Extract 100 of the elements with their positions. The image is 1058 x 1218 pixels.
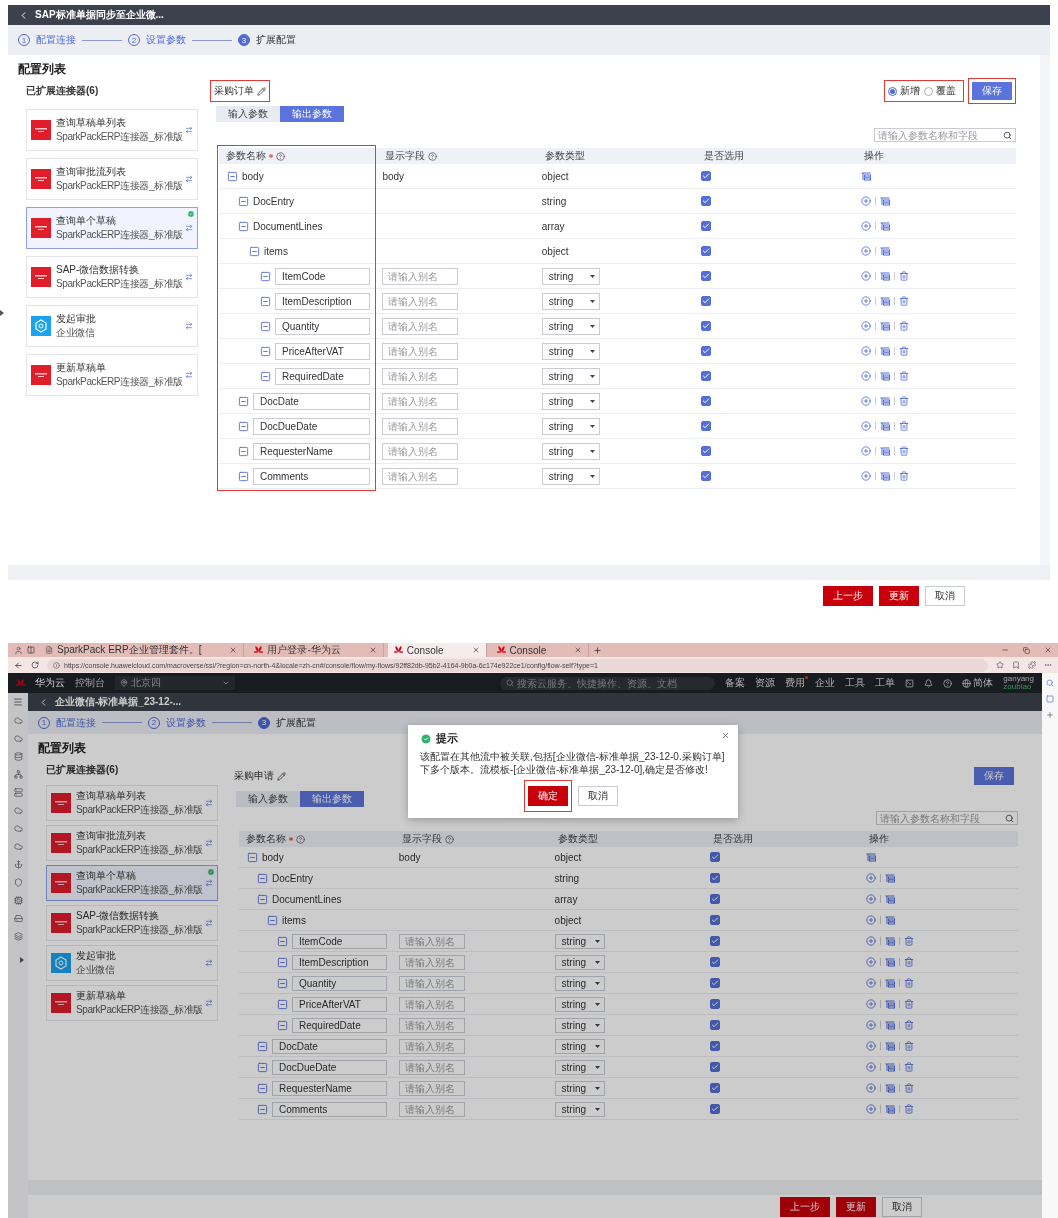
language-link[interactable]: 简体	[973, 676, 994, 690]
name-field[interactable]: DocDate	[253, 392, 371, 410]
collapse-icon[interactable]	[227, 170, 238, 182]
footer-button[interactable]: 取消	[882, 1196, 922, 1217]
alias-field[interactable]: 请输入别名	[398, 954, 465, 970]
tab[interactable]: 输入参数	[236, 791, 300, 807]
delete-icon[interactable]	[904, 1083, 915, 1093]
checkbox[interactable]	[701, 171, 712, 181]
collapse-icon[interactable]	[260, 295, 271, 307]
collapse-icon[interactable]	[260, 320, 271, 332]
panel-icon[interactable]	[1046, 695, 1054, 703]
connector-card[interactable]: SAP-微信数据转换 SparkPackERP连接器_标准版	[26, 256, 198, 298]
region-select[interactable]: 北京四	[115, 676, 235, 690]
footer-button[interactable]: 上一步	[780, 1196, 830, 1217]
swap-icon[interactable]	[205, 799, 213, 807]
table-tree-icon[interactable]	[879, 221, 890, 231]
name-field[interactable]: RequiredDate	[292, 1017, 387, 1033]
swap-icon[interactable]	[205, 919, 213, 927]
name-field[interactable]: DocDueDate	[253, 417, 371, 435]
table-tree-icon[interactable]	[879, 196, 890, 206]
user-name[interactable]: ganyang	[1003, 675, 1034, 683]
connector-card[interactable]: 更新草稿单 SparkPackERP连接器_标准版	[26, 354, 198, 396]
checkbox[interactable]	[710, 999, 721, 1009]
checkbox[interactable]	[701, 271, 712, 281]
collapse-icon[interactable]	[277, 1019, 288, 1031]
collapse-icon[interactable]	[260, 270, 271, 282]
alias-field[interactable]: 请输入别名	[382, 317, 459, 335]
add-icon[interactable]	[866, 936, 877, 946]
type-select[interactable]: string	[554, 1059, 605, 1075]
connector-card[interactable]: 查询草稿单列表 SparkPackERP连接器_标准版	[26, 109, 198, 151]
terminal-icon[interactable]	[905, 678, 915, 688]
reload-icon[interactable]	[31, 661, 39, 669]
search-icon[interactable]	[1005, 813, 1014, 823]
close-icon[interactable]	[1044, 646, 1052, 654]
service-icon[interactable]	[13, 770, 23, 779]
checkbox[interactable]	[701, 246, 712, 256]
search-field[interactable]: 请输入参数名称和字段	[874, 128, 1016, 142]
add-icon[interactable]	[860, 446, 871, 456]
close-icon[interactable]	[721, 731, 730, 740]
type-select[interactable]: string	[554, 1101, 605, 1117]
name-field[interactable]: RequiredDate	[275, 367, 371, 385]
swap-icon[interactable]	[205, 839, 213, 847]
profile-icon[interactable]	[14, 645, 23, 655]
alias-field[interactable]: 请输入别名	[382, 367, 459, 385]
name-field[interactable]: PriceAfterVAT	[292, 996, 387, 1012]
collapse-icon[interactable]	[257, 1082, 268, 1094]
swap-icon[interactable]	[185, 126, 193, 134]
checkbox[interactable]	[701, 446, 712, 456]
add-icon[interactable]	[866, 957, 877, 967]
name-field[interactable]: Quantity	[275, 317, 371, 335]
connector-card[interactable]: 更新草稿单 SparkPackERP连接器_标准版	[46, 985, 218, 1021]
collapse-icon[interactable]	[238, 395, 249, 407]
checkbox[interactable]	[701, 471, 712, 481]
table-tree-icon[interactable]	[866, 852, 877, 862]
nav-link[interactable]: 工具	[845, 676, 866, 690]
type-select[interactable]: string	[541, 392, 600, 410]
checkbox[interactable]	[701, 421, 712, 431]
alias-field[interactable]: 请输入别名	[382, 392, 459, 410]
dialog-button[interactable]: 取消	[578, 786, 618, 806]
checkbox[interactable]	[701, 346, 712, 356]
close-icon[interactable]	[574, 646, 583, 654]
tab-actions-icon[interactable]	[27, 646, 35, 654]
alias-field[interactable]: 请输入别名	[398, 996, 465, 1012]
checkbox[interactable]	[701, 396, 712, 406]
alias-field[interactable]: 请输入别名	[382, 442, 459, 460]
table-tree-icon[interactable]	[879, 471, 890, 481]
expand-arrow-icon[interactable]	[0, 310, 4, 316]
add-icon[interactable]	[860, 371, 871, 381]
alias-field[interactable]: 请输入别名	[382, 267, 459, 285]
footer-button[interactable]: 取消	[925, 586, 965, 606]
delete-icon[interactable]	[898, 371, 909, 381]
table-tree-icon[interactable]	[885, 957, 896, 967]
delete-icon[interactable]	[898, 321, 909, 331]
table-tree-icon[interactable]	[885, 873, 896, 883]
collapse-icon[interactable]	[277, 977, 288, 989]
collapse-icon[interactable]	[260, 370, 271, 382]
menu-icon[interactable]	[13, 697, 23, 707]
nav-link[interactable]: 备案	[725, 676, 746, 690]
delete-icon[interactable]	[898, 421, 909, 431]
type-select[interactable]: string	[554, 1080, 605, 1096]
add-icon[interactable]	[866, 873, 877, 883]
alias-field[interactable]: 请输入别名	[398, 975, 465, 991]
more-icon[interactable]	[1044, 661, 1052, 669]
close-icon[interactable]	[229, 646, 238, 654]
type-select[interactable]: string	[554, 1017, 605, 1033]
table-tree-icon[interactable]	[885, 1020, 896, 1030]
browser-tab[interactable]: Console	[387, 643, 487, 657]
swap-icon[interactable]	[185, 371, 193, 379]
collapse-icon[interactable]	[257, 893, 268, 905]
search-field[interactable]: 请输入参数名称和字段	[876, 811, 1018, 825]
checkbox[interactable]	[710, 978, 721, 988]
collapse-icon[interactable]	[267, 914, 278, 926]
name-field[interactable]: ItemDescription	[292, 954, 387, 970]
name-field[interactable]: ItemCode	[292, 933, 387, 949]
table-tree-icon[interactable]	[879, 371, 890, 381]
add-icon[interactable]	[860, 271, 871, 281]
table-tree-icon[interactable]	[885, 894, 896, 904]
table-tree-icon[interactable]	[885, 936, 896, 946]
swap-icon[interactable]	[185, 224, 193, 232]
tab[interactable]: 输出参数	[300, 791, 364, 807]
